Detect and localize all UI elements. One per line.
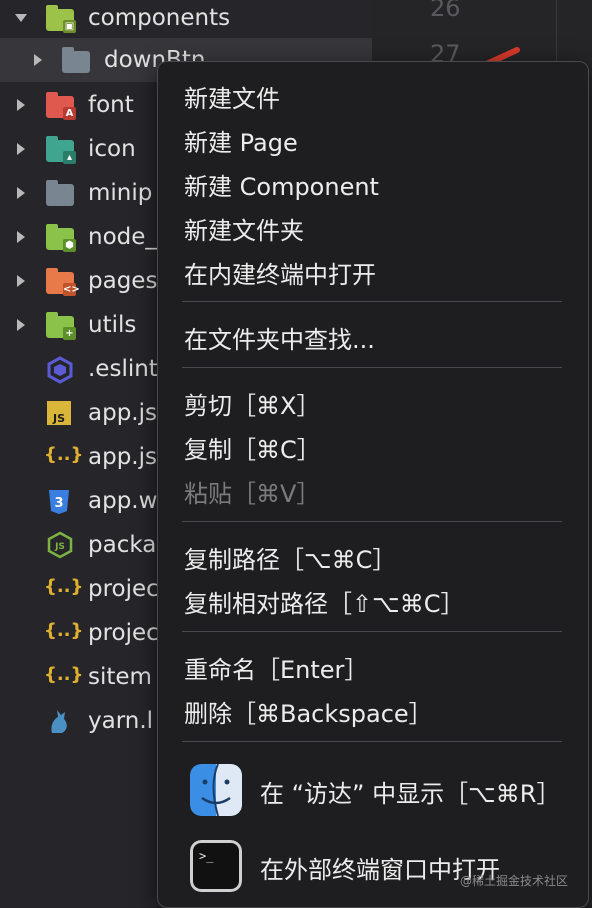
json-file-icon: {..} [44,444,84,465]
menu-item-label: 在 “访达” 中显示［⌥⌘R］ [260,780,561,808]
chevron-right-icon[interactable] [17,319,25,331]
chevron-right-icon[interactable] [17,187,25,199]
menu-separator [182,301,562,302]
json-file-icon: {..} [44,620,84,641]
tree-item-label: font [88,92,134,118]
menu-item-copy[interactable]: 复制［⌘C］ [184,430,321,465]
menu-item-new-folder[interactable]: 新建文件夹 [184,211,304,246]
tree-item-label: projec [88,576,159,602]
menu-item-new-component[interactable]: 新建 Component [184,167,379,202]
tree-item-label: projec [88,620,159,646]
chevron-right-icon[interactable] [17,275,25,287]
folder-pages-icon: <> [46,268,80,296]
chevron-right-icon[interactable] [17,231,25,243]
tree-item-label: app.js [88,444,157,470]
menu-separator [182,631,562,632]
finder-icon [190,764,242,816]
folder-node-icon: ⬢ [46,224,76,252]
chevron-right-icon[interactable] [34,54,42,66]
menu-item-copy-relative-path[interactable]: 复制相对路径［⇧⌥⌘C］ [184,584,465,619]
folder-icon [62,47,90,73]
svg-text:JS: JS [54,542,65,552]
json-file-icon: {..} [44,576,84,597]
tree-item-label: icon [88,136,136,162]
menu-separator [182,521,562,522]
folder-components-icon: ▣ [46,5,76,33]
menu-item-reveal-in-finder[interactable]: 在 “访达” 中显示［⌥⌘R］ [158,758,588,822]
chevron-down-icon[interactable] [15,14,27,22]
css-file-icon: 3 [49,490,69,514]
tree-item-label: utils [88,312,137,338]
folder-font-icon: A [46,92,76,120]
terminal-icon: >_ [190,840,242,892]
folder-images-icon: ▴ [46,136,76,164]
folder-utils-icon: + [46,312,76,340]
context-menu: 新建文件 新建 Page 新建 Component 新建文件夹 在内建终端中打开… [157,61,589,908]
menu-item-rename[interactable]: 重命名［Enter］ [184,650,368,685]
tree-item-label: packa [88,532,157,558]
menu-item-cut[interactable]: 剪切［⌘X］ [184,386,320,421]
tree-item-label: app.w [88,488,158,514]
chevron-right-icon[interactable] [17,99,25,111]
node-file-icon: JS [47,531,73,559]
tree-item-label: minip [88,180,153,206]
tree-item-label: sitem [88,664,152,690]
tree-item-label: .eslint [88,356,158,382]
watermark: @稀土掘金技术社区 [460,874,569,888]
folder-icon [46,180,74,206]
js-file-icon: JS [47,401,71,425]
menu-item-open-in-terminal[interactable]: 在内建终端中打开 [184,255,376,290]
tree-item-label: app.js [88,400,157,426]
menu-separator [182,741,562,742]
menu-separator [182,367,562,368]
tree-item-components[interactable]: ▣ components [0,0,372,40]
svg-text:>_: >_ [199,849,214,863]
tree-item-label: node_ [88,224,157,250]
tree-item-label: components [88,5,231,31]
tree-item-label: pages [88,268,158,294]
line-number: 26 [430,0,461,22]
chevron-right-icon[interactable] [17,143,25,155]
json-file-icon: {..} [44,664,84,685]
eslint-icon [47,356,73,384]
tree-item-label: yarn.l [88,708,154,734]
menu-item-find-in-folder[interactable]: 在文件夹中查找... [184,320,375,355]
menu-item-paste: 粘贴［⌘V］ [184,480,321,508]
yarn-icon [51,710,67,733]
menu-item-new-page[interactable]: 新建 Page [184,123,298,158]
menu-item-copy-path[interactable]: 复制路径［⌥⌘C］ [184,540,396,575]
svg-text:3: 3 [54,496,63,511]
menu-item-new-file[interactable]: 新建文件 [184,79,280,114]
menu-item-delete[interactable]: 删除［⌘Backspace］ [184,694,433,729]
